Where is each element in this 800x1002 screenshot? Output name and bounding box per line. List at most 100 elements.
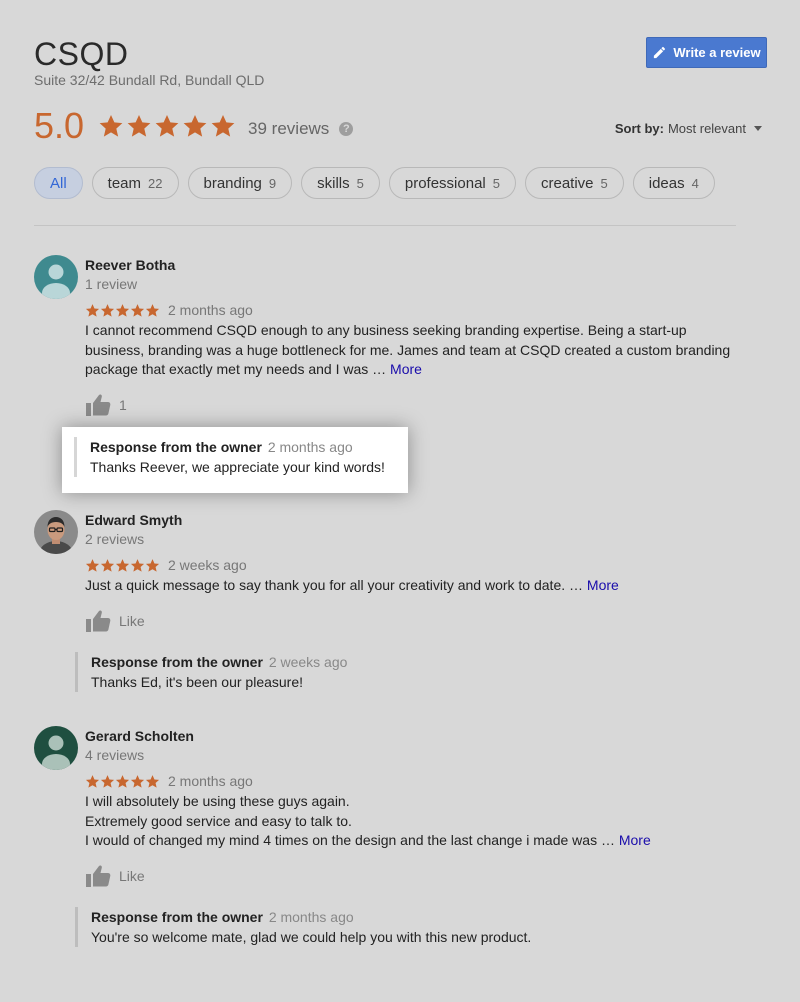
star-icon — [145, 303, 160, 318]
response-title: Response from the owner — [91, 909, 263, 925]
chip-count: 5 — [356, 175, 364, 191]
chip-count: 5 — [492, 175, 500, 191]
review-text-line: business, branding was a huge bottleneck… — [85, 341, 731, 358]
star-icon — [130, 774, 145, 789]
review-text-line: Extremely good service and easy to talk … — [85, 812, 352, 829]
help-icon[interactable]: ? — [339, 122, 354, 136]
review-text-line: I would of changed my mind 4 times on th… — [85, 832, 619, 848]
review-text-line: I will absolutely be using these guys ag… — [85, 793, 350, 809]
sort-label: Sort by: — [614, 121, 664, 136]
rating-stars — [98, 113, 236, 139]
owner-response: Response from the owner 2 weeks ago Than… — [75, 652, 421, 692]
chip-count: 5 — [600, 175, 608, 191]
business-address: Suite 32/42 Bundall Rd, Bundall QLD — [34, 72, 265, 88]
avatar[interactable] — [34, 510, 78, 554]
response-date: 2 months ago — [267, 439, 353, 455]
review-count: 39 reviews — [248, 119, 330, 138]
rating-score: 5.0 — [34, 105, 85, 146]
star-icon — [100, 303, 115, 318]
review-text: I cannot recommend CSQD enough to any bu… — [85, 321, 745, 380]
chip-label: ideas — [648, 174, 685, 192]
more-link[interactable]: More — [390, 361, 422, 377]
star-icon — [100, 774, 115, 789]
star-icon — [100, 558, 115, 573]
avatar[interactable] — [34, 255, 78, 299]
review-text-line: I cannot recommend CSQD enough to any bu… — [85, 322, 687, 338]
chip-label: professional — [404, 174, 486, 192]
review-date: 2 months ago — [168, 773, 253, 789]
star-icon — [115, 774, 130, 789]
like-button[interactable]: Like — [85, 861, 745, 891]
chip-label: creative — [540, 174, 594, 192]
filter-chip-professional[interactable]: professional 5 — [388, 167, 516, 199]
more-link[interactable]: More — [619, 832, 651, 848]
like-label: Like — [119, 867, 145, 884]
sort-value: Most relevant — [667, 121, 746, 136]
star-icon — [130, 303, 145, 318]
star-icon — [85, 558, 100, 573]
star-icon — [145, 558, 160, 573]
review-date: 2 weeks ago — [168, 557, 247, 573]
like-button[interactable]: Like — [85, 606, 745, 636]
reviewer-review-count: 2 reviews — [85, 531, 145, 547]
write-review-label: Write a review — [673, 45, 761, 60]
response-text: Thanks Ed, it's been our pleasure! — [91, 674, 304, 690]
filter-chip-ideas[interactable]: ideas 4 — [632, 167, 715, 199]
star-icon — [154, 113, 180, 139]
chip-label: skills — [317, 174, 350, 192]
chip-label: team — [107, 174, 142, 192]
star-icon — [115, 303, 130, 318]
response-title: Response from the owner — [90, 439, 262, 455]
star-icon — [85, 774, 100, 789]
user-avatar-icon — [34, 726, 78, 770]
avatar[interactable] — [34, 726, 78, 770]
chip-label: branding — [203, 174, 262, 192]
thumbs-up-icon — [85, 393, 111, 417]
response-text: Thanks Reever, we appreciate your kind w… — [90, 459, 385, 475]
chip-count: 9 — [268, 175, 277, 191]
review-date: 2 months ago — [168, 302, 253, 318]
chip-count: 4 — [691, 175, 699, 191]
divider — [34, 225, 736, 226]
star-icon — [130, 558, 145, 573]
reviewer-review-count: 4 reviews — [85, 747, 145, 763]
star-icon — [145, 774, 160, 789]
like-button[interactable]: 1 — [85, 390, 745, 420]
thumbs-up-icon — [85, 609, 111, 633]
like-label: Like — [119, 612, 145, 629]
review-stars — [85, 774, 160, 789]
filter-chip-all[interactable]: All — [34, 167, 83, 199]
user-avatar-icon — [34, 255, 78, 299]
reviewer-name[interactable]: Gerard Scholten — [85, 726, 745, 746]
owner-response: Response from the owner 2 months ago You… — [75, 907, 611, 947]
highlighted-owner-response: Response from the owner 2 months ago Tha… — [62, 427, 408, 493]
more-link[interactable]: More — [587, 577, 619, 593]
review-stars — [85, 558, 160, 573]
reviewer-name[interactable]: Reever Botha — [85, 255, 745, 275]
star-icon — [182, 113, 208, 139]
star-icon — [98, 113, 124, 139]
review-text: Just a quick message to say thank you fo… — [85, 576, 745, 596]
reviewer-name[interactable]: Edward Smyth — [85, 510, 745, 530]
filter-chip-team[interactable]: team 22 — [91, 167, 179, 199]
thumbs-up-icon — [85, 864, 111, 888]
star-icon — [126, 113, 152, 139]
filter-chips: All team 22 branding 9 skills 5 professi… — [34, 167, 715, 199]
review-text: I will absolutely be using these guys ag… — [85, 792, 745, 851]
user-photo — [34, 510, 78, 554]
filter-chip-creative[interactable]: creative 5 — [524, 167, 624, 199]
response-text: You're so welcome mate, glad we could he… — [91, 929, 532, 945]
star-icon — [115, 558, 130, 573]
response-title: Response from the owner — [91, 654, 263, 670]
filter-chip-skills[interactable]: skills 5 — [301, 167, 380, 199]
like-count: 1 — [119, 396, 127, 413]
chip-label: All — [50, 174, 67, 192]
filter-chip-branding[interactable]: branding 9 — [187, 167, 293, 199]
response-date: 2 weeks ago — [268, 654, 348, 670]
owner-response: Response from the owner 2 months ago Tha… — [74, 437, 420, 477]
review-stars — [85, 303, 160, 318]
pencil-icon — [654, 46, 666, 59]
write-review-button[interactable]: Write a review — [646, 37, 767, 68]
sort-dropdown[interactable]: Sort by: Most relevant — [615, 121, 762, 136]
chip-count: 22 — [148, 175, 163, 191]
